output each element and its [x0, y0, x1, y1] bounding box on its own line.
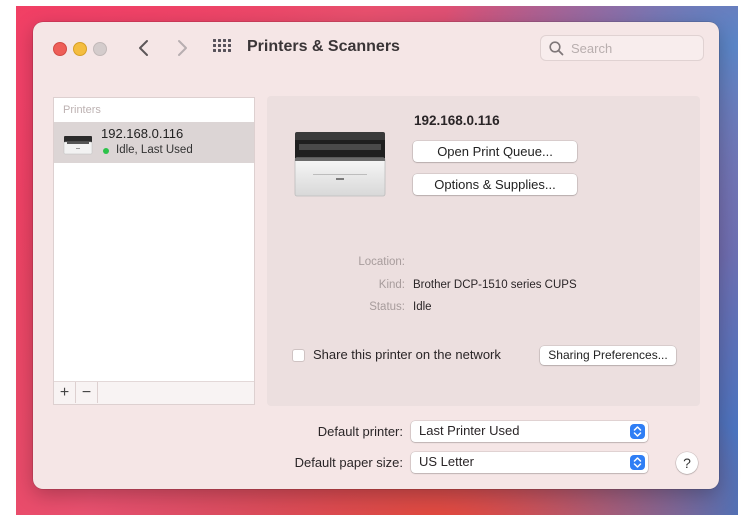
options-supplies-button[interactable]: Options & Supplies...	[413, 174, 577, 195]
printer-list-item[interactable]: 192.168.0.116 Idle, Last Used	[54, 122, 254, 163]
show-all-grid-icon[interactable]	[213, 39, 233, 55]
status-label: Status:	[369, 301, 405, 313]
printer-name: 192.168.0.116	[101, 126, 184, 141]
status-value: Idle	[413, 301, 432, 313]
help-button[interactable]: ?	[676, 452, 698, 474]
preferences-window: Printers & Scanners Printers 192.168.0.1…	[33, 22, 719, 489]
default-printer-value: Last Printer Used	[419, 423, 520, 438]
search-field[interactable]	[540, 35, 704, 61]
default-paper-label: Default paper size:	[294, 455, 403, 470]
printer-list-footer: + −	[54, 381, 254, 404]
printer-list: Printers 192.168.0.116 Idle, Last Used +…	[53, 97, 255, 405]
close-button[interactable]	[53, 42, 67, 56]
share-printer-checkbox[interactable]	[292, 349, 305, 362]
toolbar: Printers & Scanners	[33, 22, 719, 74]
default-paper-value: US Letter	[419, 454, 474, 469]
kind-value: Brother DCP-1510 series CUPS	[413, 279, 577, 291]
back-chevron-icon[interactable]	[133, 36, 155, 60]
popup-arrows-icon	[630, 455, 645, 470]
add-printer-button[interactable]: +	[54, 382, 76, 403]
zoom-button[interactable]	[93, 42, 107, 56]
remove-printer-button[interactable]: −	[76, 382, 98, 403]
printer-icon	[294, 132, 386, 197]
minimize-button[interactable]	[73, 42, 87, 56]
sharing-preferences-button[interactable]: Sharing Preferences...	[540, 346, 676, 365]
popup-arrows-icon	[630, 424, 645, 439]
printer-status: Idle, Last Used	[116, 144, 193, 156]
share-printer-label[interactable]: Share this printer on the network	[313, 347, 501, 362]
status-dot-icon	[103, 148, 109, 154]
default-printer-label: Default printer:	[317, 424, 403, 439]
search-input[interactable]	[571, 39, 695, 57]
open-print-queue-button[interactable]: Open Print Queue...	[413, 141, 577, 162]
printer-icon	[63, 136, 93, 155]
printer-detail-panel: 192.168.0.116 Open Print Queue... Option…	[267, 96, 700, 406]
printer-list-header: Printers	[63, 104, 101, 116]
forward-chevron-icon[interactable]	[171, 36, 193, 60]
default-printer-select[interactable]: Last Printer Used	[411, 421, 648, 442]
kind-label: Kind:	[378, 279, 405, 291]
default-paper-select[interactable]: US Letter	[411, 452, 648, 473]
window-title: Printers & Scanners	[247, 38, 400, 55]
search-icon	[549, 41, 564, 56]
device-name: 192.168.0.116	[414, 113, 500, 128]
location-label: Location:	[358, 256, 405, 268]
